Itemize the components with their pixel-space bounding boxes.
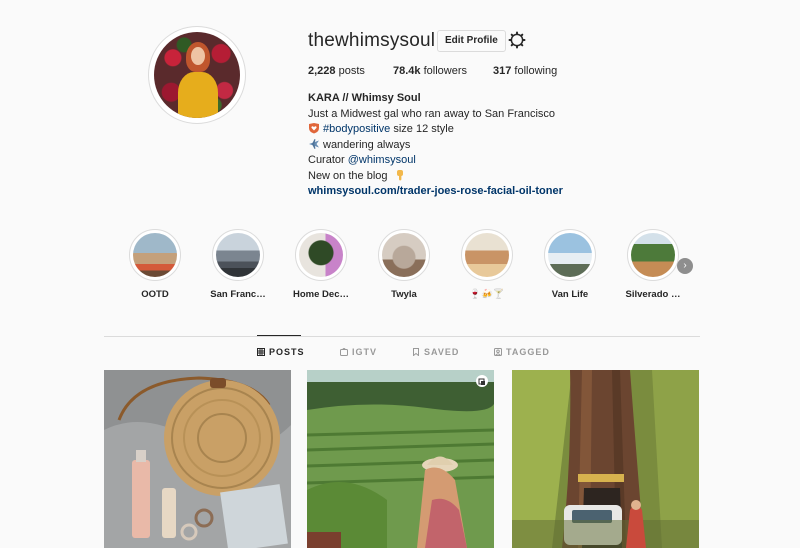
posts-count: 2,228 posts	[308, 65, 365, 77]
bookmark-icon	[413, 348, 419, 356]
highlight-label: San Franc…	[210, 289, 266, 300]
mention-link[interactable]: @whimsysoul	[348, 154, 416, 166]
bio-line: Just a Midwest gal who ran away to San F…	[308, 107, 556, 120]
heart-shield-emoji-icon	[309, 123, 319, 134]
profile-username: thewhimsysoul	[308, 30, 436, 51]
highlight-cover	[382, 233, 426, 277]
edit-profile-button[interactable]: Edit Profile	[437, 30, 506, 52]
active-tab-indicator	[257, 335, 301, 336]
chevron-right-icon[interactable]: ›	[677, 258, 693, 274]
tab-label: SAVED	[424, 347, 460, 357]
highlight-label: Twyla	[391, 289, 417, 300]
highlight-home-decor[interactable]: Home Dec…	[290, 229, 352, 300]
profile-bio: KARA // Whimsy Soul Just a Midwest gal w…	[308, 91, 668, 200]
tab-saved[interactable]: SAVED	[412, 347, 459, 357]
bio-line: New on the blog	[308, 169, 668, 185]
tab-label: TAGGED	[506, 347, 550, 357]
bio-line: wandering always	[308, 138, 668, 154]
highlight-cover	[133, 233, 177, 277]
highlight-twyla[interactable]: Twyla	[373, 229, 435, 300]
hashtag-link[interactable]: #bodypositive	[323, 123, 390, 135]
post-image	[104, 370, 291, 548]
igtv-icon	[340, 348, 348, 356]
profile-photo	[154, 32, 240, 118]
followers-count[interactable]: 78.4k followers	[393, 65, 467, 77]
post-image	[307, 370, 494, 548]
highlight-ootd[interactable]: OOTD	[124, 229, 186, 300]
highlight-drinks[interactable]: 🍷🍻🍸	[456, 229, 518, 300]
tab-tagged[interactable]: TAGGED	[494, 347, 550, 357]
gear-icon[interactable]	[508, 31, 526, 49]
highlight-cover	[631, 233, 675, 277]
highlight-label: Van Life	[551, 289, 589, 300]
highlight-san-francisco[interactable]: San Franc…	[207, 229, 269, 300]
highlight-silverado[interactable]: Silverado …	[622, 229, 684, 300]
post-bag-skincare[interactable]	[104, 370, 291, 548]
pointing-down-emoji-icon	[396, 169, 403, 180]
bio-line: #bodypositive size 12 style	[308, 122, 668, 138]
following-count[interactable]: 317 following	[493, 65, 557, 77]
post-vineyard[interactable]	[307, 370, 494, 548]
bio-line: Curator @whimsysoul	[308, 154, 416, 166]
highlight-label: Home Dec…	[293, 289, 349, 300]
highlight-cover	[216, 233, 260, 277]
tab-igtv[interactable]: IGTV	[340, 347, 377, 357]
airplane-emoji-icon	[309, 138, 319, 149]
highlight-van-life[interactable]: Van Life	[539, 229, 601, 300]
profile-full-name: KARA // Whimsy Soul	[308, 92, 421, 104]
tabs-divider	[104, 336, 700, 337]
grid-icon	[257, 348, 265, 356]
highlight-label: 🍷🍻🍸	[469, 289, 505, 300]
post-redwood-van[interactable]	[512, 370, 699, 548]
tag-person-icon	[494, 348, 502, 356]
highlight-label: Silverado …	[625, 289, 681, 300]
tab-posts[interactable]: POSTS	[257, 347, 305, 357]
carousel-icon	[476, 375, 488, 387]
tab-label: POSTS	[269, 347, 305, 357]
website-link[interactable]: whimsysoul.com/trader-joes-rose-facial-o…	[308, 185, 563, 197]
highlight-label: OOTD	[141, 289, 169, 300]
tab-label: IGTV	[352, 347, 378, 357]
profile-avatar[interactable]	[148, 26, 246, 124]
post-image	[512, 370, 699, 548]
highlight-cover	[548, 233, 592, 277]
highlight-cover	[299, 233, 343, 277]
profile-stats: 2,228 posts 78.4k followers 317 followin…	[308, 65, 608, 79]
highlight-cover	[465, 233, 509, 277]
